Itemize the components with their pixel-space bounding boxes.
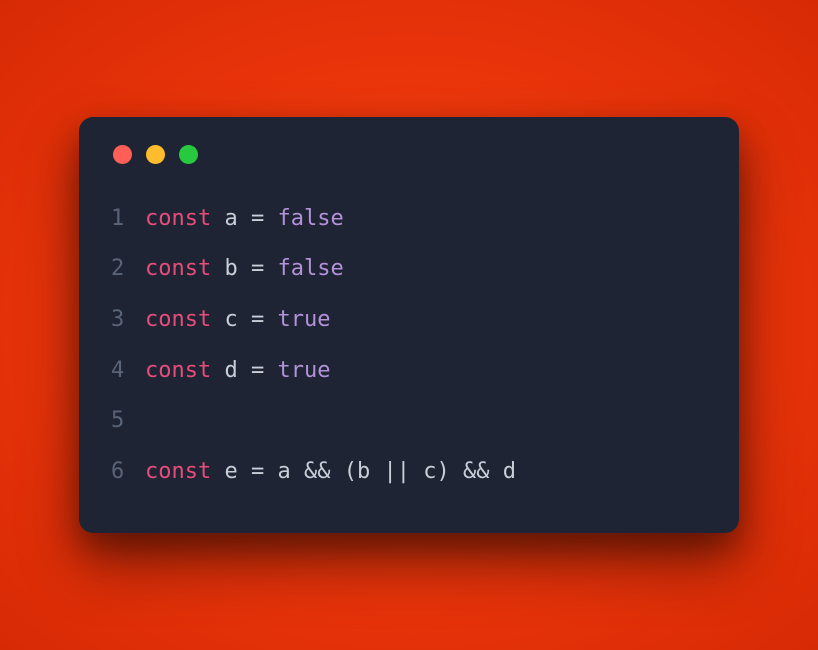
token-op: = [251,206,264,231]
code-window: 1const a = false2const b = false3const c… [79,117,739,534]
line-content [145,396,158,447]
line-number: 6 [111,447,145,498]
token-ident: a [277,459,290,484]
token-keyword: const [145,459,211,484]
token-bool: false [277,256,343,281]
token-keyword: const [145,307,211,332]
traffic-lights [113,145,707,164]
token-op: || [383,459,410,484]
code-line: 2const b = false [111,244,707,295]
token-bool: true [277,307,330,332]
line-number: 5 [111,396,145,447]
token-bool: true [277,358,330,383]
line-content: const b = false [145,244,344,295]
token-op: = [251,256,264,281]
token-keyword: const [145,358,211,383]
token-ident: d [503,459,516,484]
token-ident: b [224,256,237,281]
token-ident: b [357,459,370,484]
zoom-icon[interactable] [179,145,198,164]
code-line: 4const d = true [111,346,707,397]
token-op: = [251,459,264,484]
line-number: 2 [111,244,145,295]
token-keyword: const [145,256,211,281]
token-op: = [251,307,264,332]
token-ident: c [423,459,436,484]
code-editor[interactable]: 1const a = false2const b = false3const c… [111,194,707,498]
code-line: 3const c = true [111,295,707,346]
token-ident: c [224,307,237,332]
token-paren: ) [436,459,449,484]
line-number: 4 [111,346,145,397]
line-number: 3 [111,295,145,346]
code-line: 1const a = false [111,194,707,245]
code-line: 6const e = a && (b || c) && d [111,447,707,498]
token-ident: a [224,206,237,231]
token-keyword: const [145,206,211,231]
token-op: && [463,459,490,484]
line-content: const c = true [145,295,330,346]
token-ident: d [224,358,237,383]
close-icon[interactable] [113,145,132,164]
minimize-icon[interactable] [146,145,165,164]
token-ident: e [224,459,237,484]
code-line: 5 [111,396,707,447]
line-content: const e = a && (b || c) && d [145,447,516,498]
token-op: = [251,358,264,383]
token-op: && [304,459,331,484]
token-paren: ( [344,459,357,484]
line-content: const a = false [145,194,344,245]
line-content: const d = true [145,346,330,397]
line-number: 1 [111,194,145,245]
token-bool: false [277,206,343,231]
